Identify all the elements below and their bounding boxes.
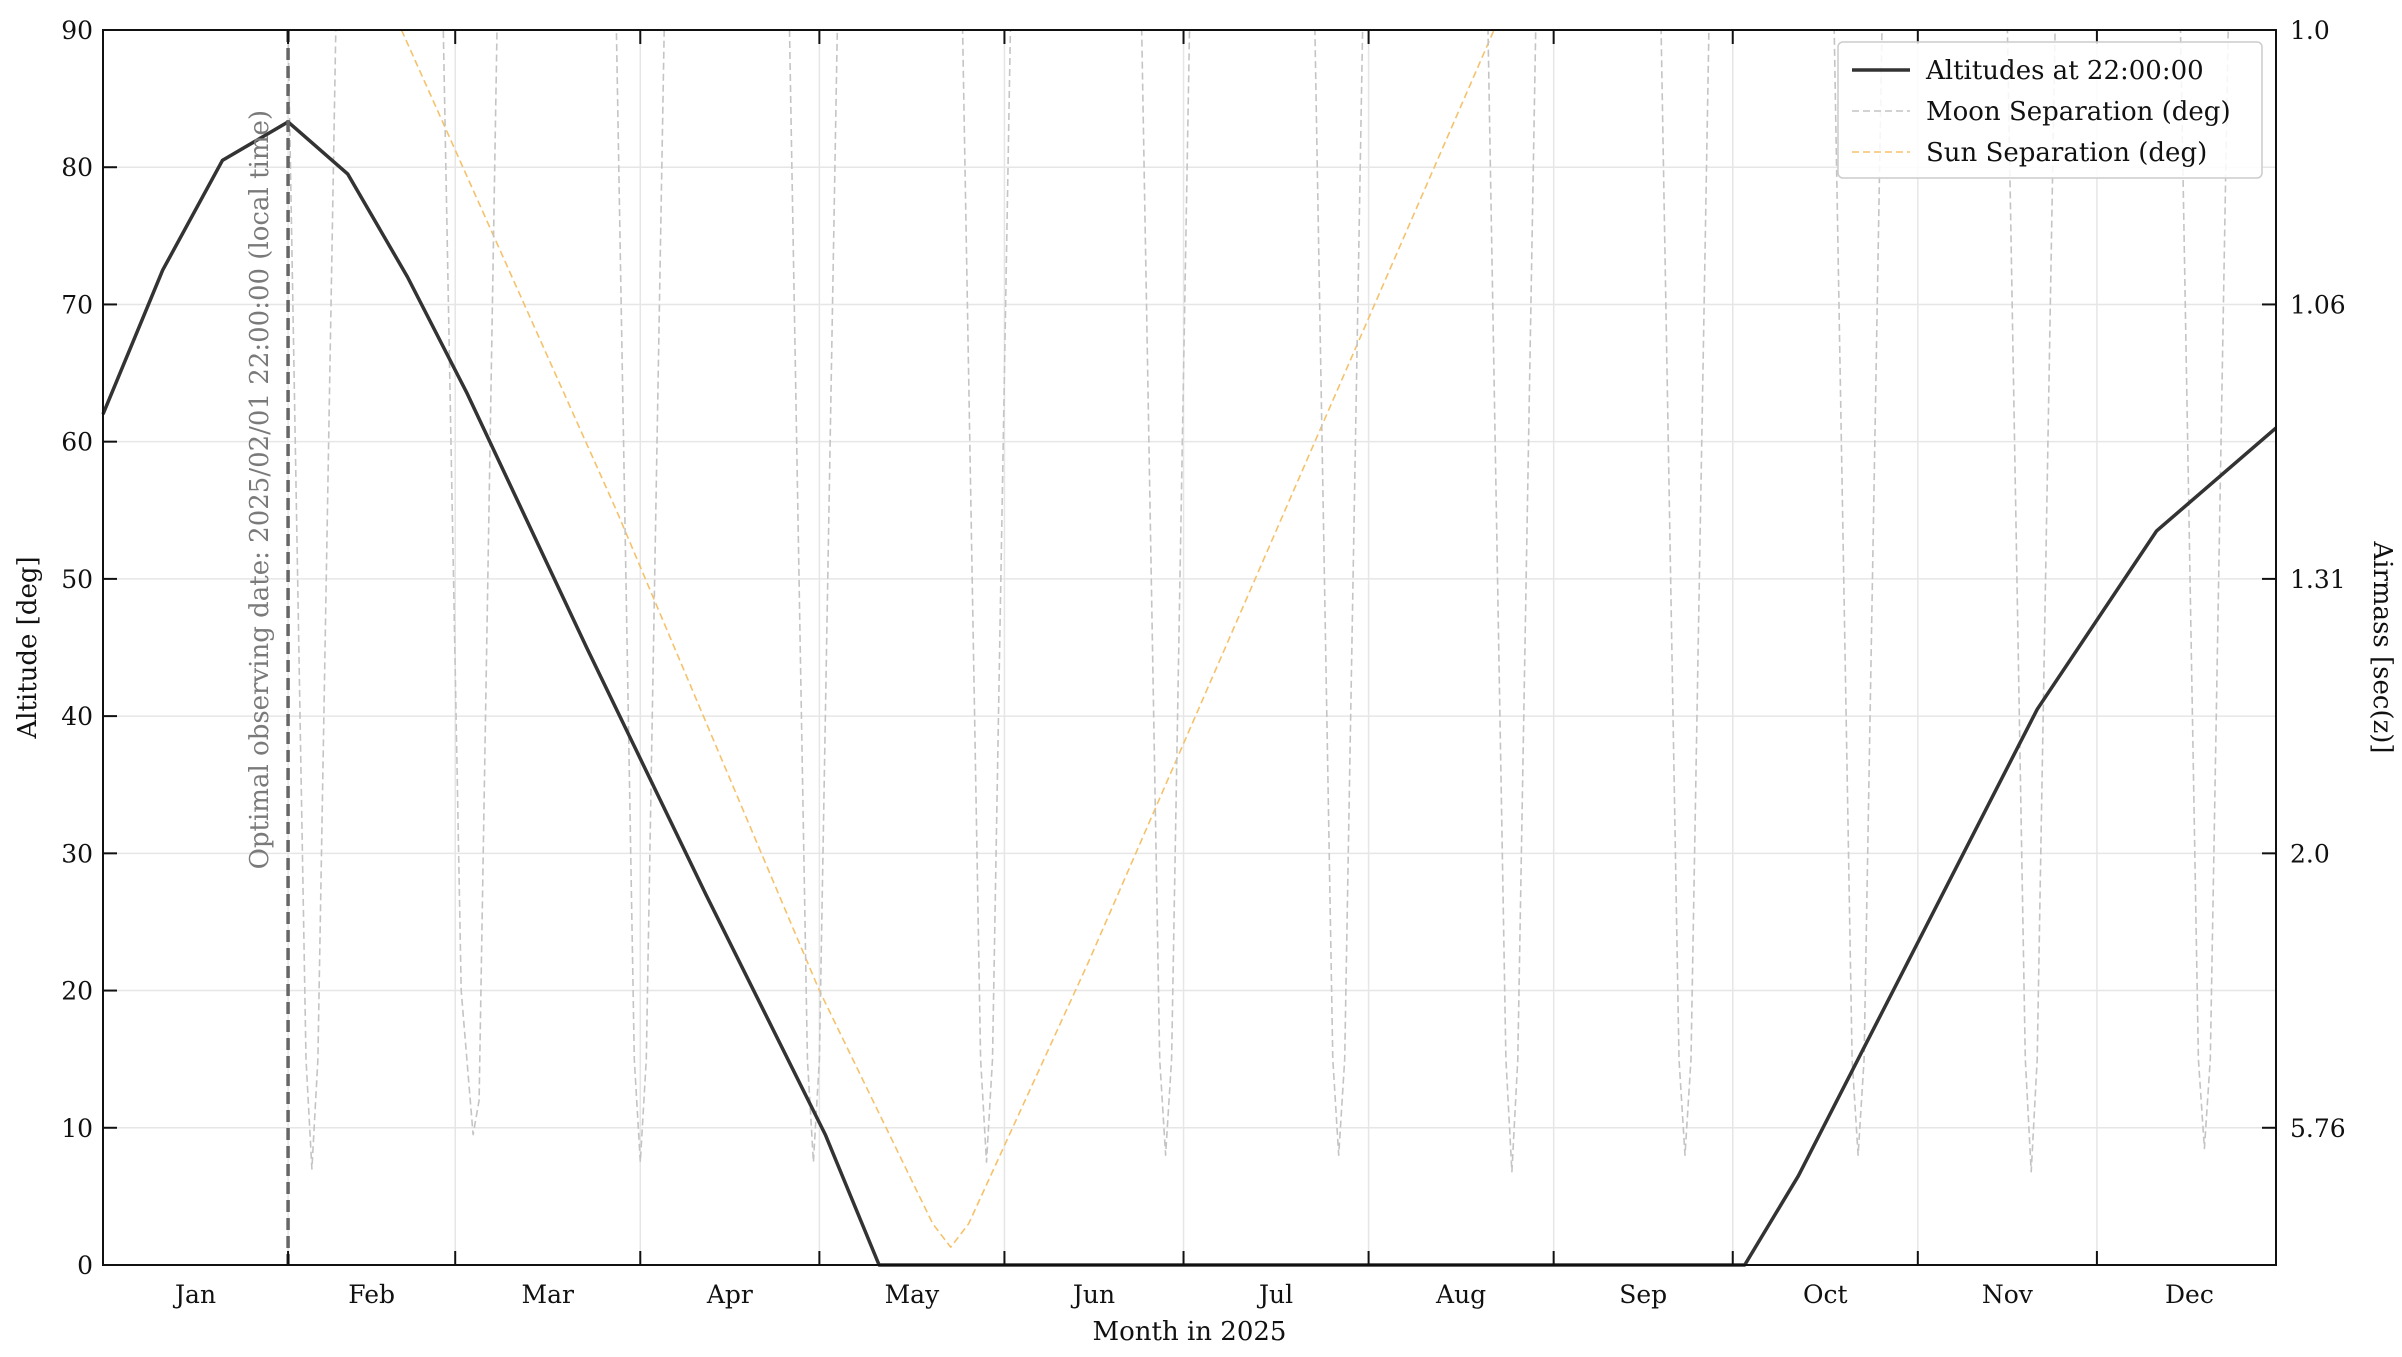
y-tick-label: 0 [77,1251,93,1280]
x-tick-label: Oct [1803,1280,1848,1309]
x-tick-label: Mar [522,1280,575,1309]
axis-ticks: 0 10 20 30 40 50 60 70 80 90 5.76 2.0 1.31 1.06 1.0 Jan… [61,16,2345,1309]
chart: Optimal observing date: 2025/02/01 22:00… [13,16,2397,1347]
x-tick-label: Apr [706,1280,753,1309]
sun-separation-line [400,29,1495,1248]
legend-label-sun: Sun Separation (deg) [1926,138,2207,168]
x-tick-label: Jul [1256,1280,1293,1309]
y-tick-label: 10 [61,1114,93,1143]
y-tick-label: 80 [61,153,93,182]
x-tick-label: Jan [172,1280,216,1309]
y-tick-label: 40 [61,702,93,731]
y-tick-label: 60 [61,428,93,457]
x-tick-label: Jun [1070,1280,1115,1309]
moon-separation-line [287,29,2229,1173]
legend-label-altitude: Altitudes at 22:00:00 [1925,56,2204,86]
x-tick-label: Aug [1435,1280,1486,1309]
grid [103,30,2276,1265]
y-tick-label: 70 [61,290,93,319]
y2-tick-label: 1.06 [2290,290,2346,319]
y-tick-label: 90 [61,16,93,45]
altitude-line [101,120,2278,1267]
y-tick-label: 50 [61,565,93,594]
y2-tick-label: 1.0 [2290,16,2330,45]
x-tick-label: Nov [1982,1280,2034,1309]
x-tick-label: Sep [1619,1280,1667,1309]
x-tick-label: May [885,1280,941,1309]
y-tick-label: 30 [61,839,93,868]
legend: Altitudes at 22:00:00 Moon Separation (d… [1837,41,2263,179]
y2-tick-label: 1.31 [2290,565,2346,594]
legend-label-moon: Moon Separation (deg) [1926,97,2231,127]
x-tick-label: Feb [348,1280,395,1309]
plot-frame [102,29,2277,1266]
y-axis-label: Altitude [deg] [13,556,43,739]
y2-tick-label: 2.0 [2290,839,2330,868]
optimal-date-label: Optimal observing date: 2025/02/01 22:00… [245,110,275,869]
y2-tick-label: 5.76 [2290,1114,2346,1143]
y-tick-label: 20 [61,977,93,1006]
plot-series [101,29,2278,1267]
x-tick-label: Dec [2165,1280,2214,1309]
x-axis-label: Month in 2025 [1093,1317,1287,1347]
annotation: Optimal observing date: 2025/02/01 22:00… [245,30,290,1265]
y2-axis-label: Airmass [sec(z)] [2367,540,2397,753]
